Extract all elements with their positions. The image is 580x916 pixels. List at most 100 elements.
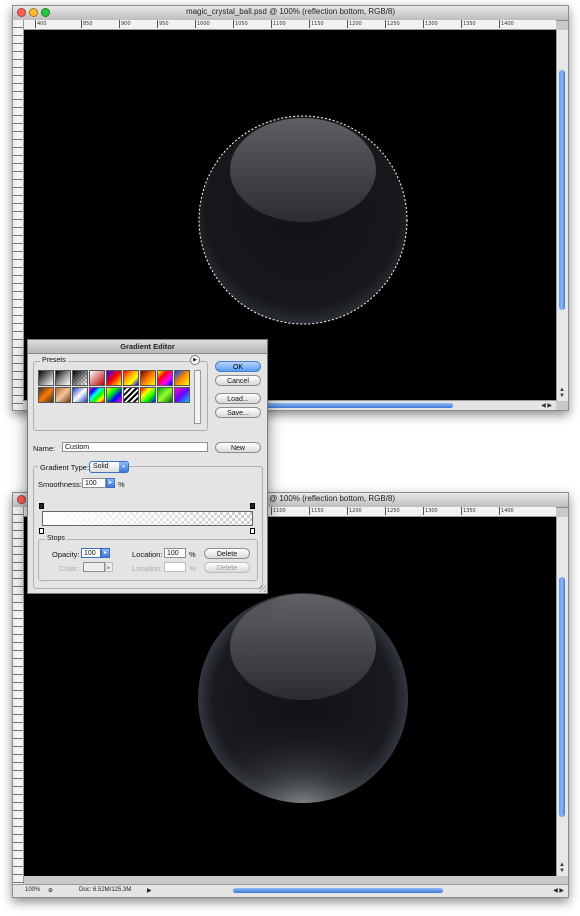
smoothness-input[interactable]: 100: [82, 478, 106, 488]
scroll-arrows-icon[interactable]: ◀ ▶: [553, 887, 564, 894]
stops-group: Stops: [38, 535, 258, 581]
horizontal-ruler[interactable]: 400 850 900 950 1000 1050 1100 1150 1200…: [23, 20, 556, 30]
preset-swatch[interactable]: [106, 370, 122, 386]
preset-swatch[interactable]: [72, 387, 88, 403]
gradient-type-value: Solid: [93, 463, 109, 470]
location-input[interactable]: 100: [164, 548, 186, 558]
ruler-label: 1200: [347, 20, 362, 28]
preset-swatch[interactable]: [123, 370, 139, 386]
preset-swatch[interactable]: [89, 370, 105, 386]
gradient-editor-dialog: Gradient Editor Presets ▶ OK Cancel Load…: [27, 339, 268, 594]
new-button[interactable]: New: [215, 442, 261, 453]
dialog-title[interactable]: Gradient Editor: [28, 340, 267, 354]
ruler-label: 1350: [461, 20, 476, 28]
ruler-label: 400: [35, 20, 47, 28]
select-arrows-icon: ▾: [119, 462, 128, 472]
location2-percent: %: [189, 564, 196, 573]
status-menu-arrow-icon[interactable]: ▶: [147, 887, 152, 894]
preset-swatch[interactable]: [140, 370, 156, 386]
gradient-type-label: Gradient Type:: [38, 463, 92, 472]
save-button[interactable]: Save...: [215, 407, 261, 418]
presets-scrollbar[interactable]: [194, 370, 201, 424]
preset-swatch[interactable]: [140, 387, 156, 403]
opacity-label: Opacity:: [52, 550, 80, 559]
vertical-scrollbar[interactable]: ▲ ▼: [556, 517, 568, 876]
color-stop-right[interactable]: [250, 528, 255, 534]
location2-input[interactable]: [164, 562, 186, 572]
ruler-label: 1400: [499, 507, 514, 515]
opacity-stop-right[interactable]: [250, 503, 255, 509]
smoothness-stepper[interactable]: ▸: [106, 478, 115, 488]
color-menu-arrow-icon[interactable]: ▶: [105, 562, 113, 572]
preset-swatch[interactable]: [174, 387, 190, 403]
delete-color-stop-button[interactable]: Delete: [204, 562, 250, 573]
presets-grid[interactable]: [38, 370, 192, 403]
preset-swatch[interactable]: [89, 387, 105, 403]
preset-swatch[interactable]: [38, 370, 54, 386]
opacity-stop-left[interactable]: [39, 503, 44, 509]
opacity-stepper[interactable]: ▸: [101, 548, 110, 558]
load-button[interactable]: Load...: [215, 393, 261, 404]
ruler-label: 1250: [385, 20, 400, 28]
preset-swatch[interactable]: [106, 387, 122, 403]
doc-info[interactable]: Doc: 6.52M/125.3M: [79, 887, 131, 893]
smoothness-label: Smoothness:: [38, 480, 82, 489]
status-bar: 100% ⊕ Doc: 6.52M/125.3M ▶ ◀ ▶: [13, 884, 568, 897]
preset-swatch[interactable]: [72, 370, 88, 386]
preset-swatch[interactable]: [55, 370, 71, 386]
vertical-scrollbar[interactable]: ▲ ▼: [556, 30, 568, 401]
ruler-label: 1300: [423, 20, 438, 28]
scroll-arrows-icon[interactable]: ▲ ▼: [559, 862, 565, 874]
scroll-arrows-icon[interactable]: ◀ ▶: [541, 402, 552, 409]
vertical-ruler[interactable]: [13, 507, 24, 885]
preset-swatch[interactable]: [174, 370, 190, 386]
smoothness-percent: %: [118, 480, 125, 489]
horizontal-scroll-thumb[interactable]: [233, 888, 443, 893]
crystal-ball-highlight: [230, 118, 376, 222]
ruler-label: 950: [157, 20, 169, 28]
gradient-preview-bar[interactable]: [42, 511, 253, 526]
vertical-scroll-thumb[interactable]: [559, 577, 565, 817]
ruler-label: 1100: [271, 507, 286, 515]
preset-swatch[interactable]: [38, 387, 54, 403]
ruler-label: 850: [81, 20, 93, 28]
name-input[interactable]: Custom: [62, 442, 208, 452]
delete-opacity-stop-button[interactable]: Delete: [204, 548, 250, 559]
cancel-button[interactable]: Cancel: [215, 375, 261, 386]
zoom-icon[interactable]: ⊕: [48, 887, 53, 894]
ruler-label: 1300: [423, 507, 438, 515]
vertical-ruler[interactable]: [13, 20, 24, 410]
ruler-label: 1150: [309, 20, 324, 28]
resize-grip-icon[interactable]: [259, 585, 266, 592]
stops-label: Stops: [45, 535, 67, 542]
color-label: Color:: [59, 564, 80, 573]
zoom-level[interactable]: 100%: [25, 887, 40, 893]
opacity-input[interactable]: 100: [81, 548, 101, 558]
ok-button[interactable]: OK: [215, 361, 261, 372]
color-swatch[interactable]: [83, 562, 105, 572]
crystal-ball-highlight: [230, 594, 376, 700]
preset-swatch[interactable]: [157, 370, 173, 386]
ruler-label: 1350: [461, 507, 476, 515]
presets-menu-icon[interactable]: ▶: [190, 355, 200, 365]
horizontal-scroll-thumb[interactable]: [243, 403, 453, 408]
preset-swatch[interactable]: [157, 387, 173, 403]
location-percent: %: [189, 550, 196, 559]
location-label: Location:: [132, 550, 163, 559]
location2-label: Location:: [132, 564, 163, 573]
name-label: Name:: [33, 444, 56, 453]
ruler-label: 1150: [309, 507, 324, 515]
preset-swatch[interactable]: [123, 387, 139, 403]
ruler-label: 1000: [195, 20, 210, 28]
ruler-label: 1200: [347, 507, 362, 515]
preset-swatch[interactable]: [55, 387, 71, 403]
ruler-label: 1250: [385, 507, 400, 515]
title-bar[interactable]: magic_crystal_ball.psd @ 100% (reflectio…: [13, 6, 568, 21]
vertical-scroll-thumb[interactable]: [559, 70, 565, 310]
window-title: magic_crystal_ball.psd @ 100% (reflectio…: [185, 7, 396, 16]
presets-label: Presets: [40, 357, 68, 364]
gradient-type-select[interactable]: Solid ▾: [89, 461, 129, 473]
color-stop-left[interactable]: [39, 528, 44, 534]
scroll-arrows-icon[interactable]: ▲ ▼: [559, 387, 565, 399]
ruler-label: 900: [119, 20, 131, 28]
